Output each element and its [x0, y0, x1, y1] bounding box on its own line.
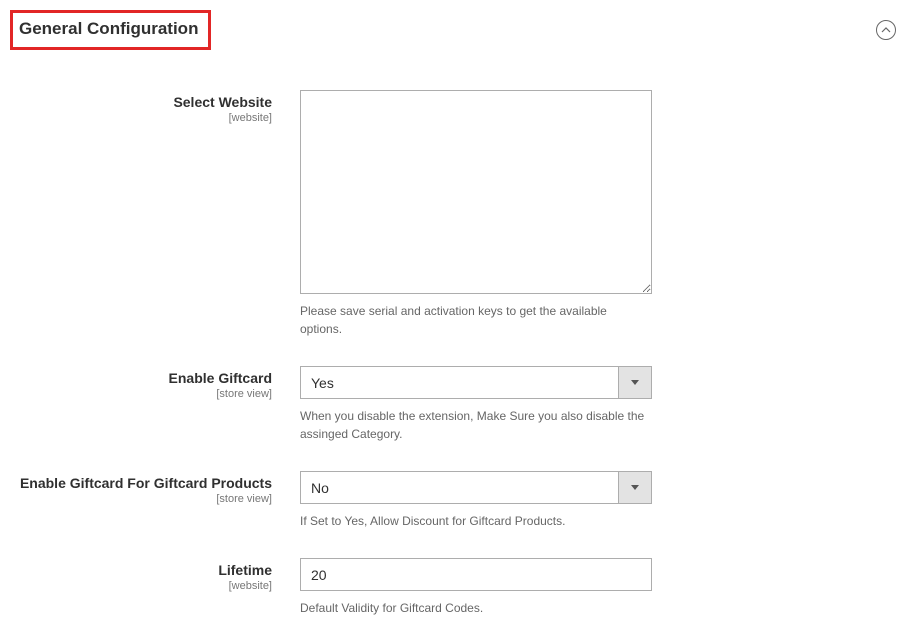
field-scope: [website]	[0, 112, 272, 124]
select-website-input[interactable]	[300, 90, 652, 294]
collapse-toggle-icon[interactable]	[876, 20, 896, 40]
field-scope: [website]	[0, 580, 272, 592]
chevron-down-icon	[618, 367, 651, 398]
field-enable-giftcard: Enable Giftcard [store view] Yes When yo…	[0, 366, 908, 443]
enable-giftcard-select[interactable]: Yes	[300, 366, 652, 399]
field-help: If Set to Yes, Allow Discount for Giftca…	[300, 512, 652, 530]
field-scope: [store view]	[0, 388, 272, 400]
field-enable-giftcard-products: Enable Giftcard For Giftcard Products [s…	[0, 471, 908, 530]
config-form: Select Website [website] Please save ser…	[0, 90, 908, 617]
chevron-down-icon	[618, 472, 651, 503]
section-title: General Configuration	[10, 10, 211, 50]
select-value: Yes	[301, 367, 618, 398]
select-value: No	[301, 472, 618, 503]
field-help: Default Validity for Giftcard Codes.	[300, 599, 652, 617]
field-lifetime: Lifetime [website] Default Validity for …	[0, 558, 908, 617]
field-help: Please save serial and activation keys t…	[300, 302, 652, 338]
field-label: Enable Giftcard	[0, 370, 272, 386]
field-label: Lifetime	[0, 562, 272, 578]
field-label: Enable Giftcard For Giftcard Products	[0, 475, 272, 491]
field-label: Select Website	[0, 94, 272, 110]
field-help: When you disable the extension, Make Sur…	[300, 407, 652, 443]
enable-giftcard-products-select[interactable]: No	[300, 471, 652, 504]
lifetime-input[interactable]	[300, 558, 652, 591]
field-scope: [store view]	[0, 493, 272, 505]
field-select-website: Select Website [website] Please save ser…	[0, 90, 908, 338]
